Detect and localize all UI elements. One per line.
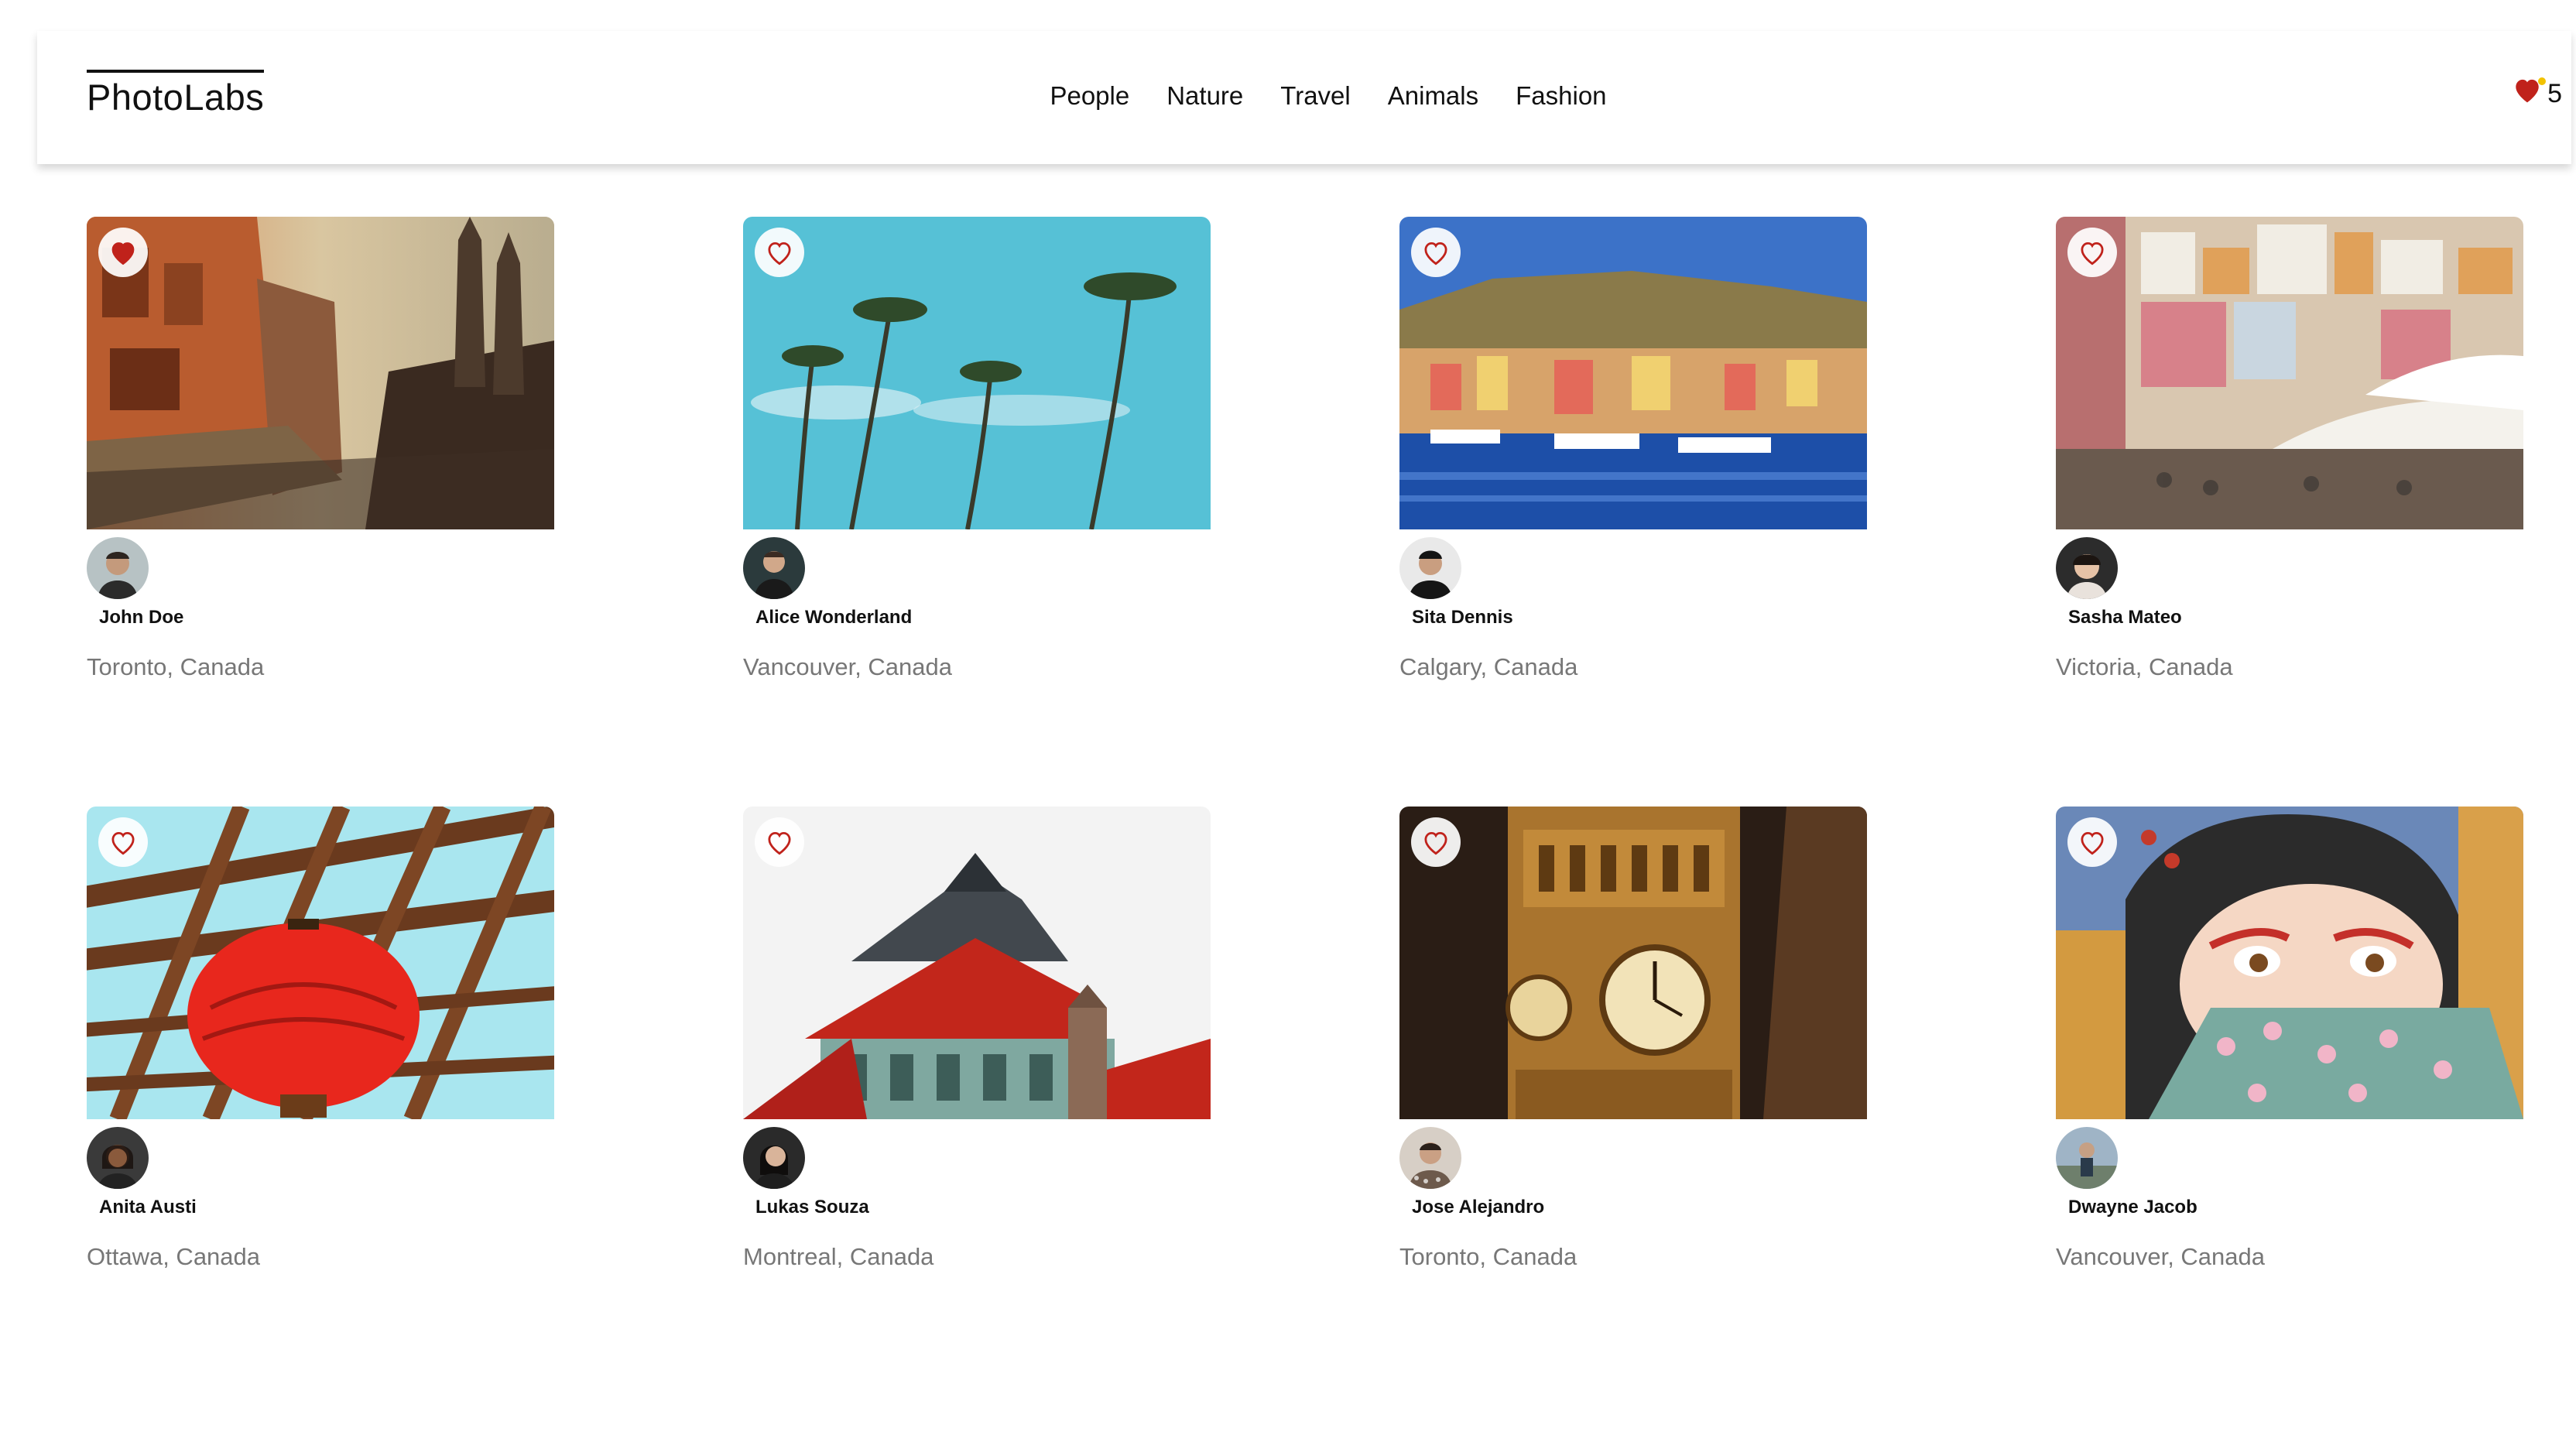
author-name: Sita Dennis: [1412, 607, 1513, 628]
top-navigation-bar: PhotoLabs People Nature Travel Animals F…: [37, 31, 2571, 164]
photo-location: Victoria, Canada: [2056, 653, 2233, 680]
topic-travel[interactable]: Travel: [1280, 80, 1350, 111]
heart-icon: [2512, 76, 2547, 107]
author-name: John Doe: [99, 607, 184, 628]
heart-outline-icon: [2081, 242, 2104, 265]
like-button[interactable]: [1411, 817, 1461, 867]
like-button[interactable]: [755, 228, 804, 277]
heart-icon: [111, 242, 135, 265]
author-info: Dwayne Jacob Vancouver, Canada: [2056, 1119, 2523, 1274]
favourites-count: 5: [2547, 79, 2562, 108]
photo-location: Ottawa, Canada: [87, 1243, 261, 1270]
author-info: Jose Alejandro Toronto, Canada: [1399, 1119, 1867, 1274]
photo-location: Vancouver, Canada: [743, 653, 953, 680]
author-info: Sasha Mateo Victoria, Canada: [2056, 529, 2523, 684]
heart-outline-icon: [768, 832, 791, 855]
photo-image[interactable]: [743, 217, 1211, 529]
author-name: Sasha Mateo: [2068, 607, 2182, 628]
avatar[interactable]: [87, 1127, 149, 1189]
photo-location: Toronto, Canada: [1399, 1243, 1577, 1270]
photo-grid: John Doe Toronto, Canada Alice Wonderlan…: [87, 217, 2525, 1276]
like-button[interactable]: [2067, 228, 2117, 277]
author-name: Dwayne Jacob: [2068, 1197, 2197, 1218]
photo-image[interactable]: [87, 807, 554, 1119]
photo-card: John Doe Toronto, Canada: [87, 217, 554, 686]
photo-location: Toronto, Canada: [87, 653, 265, 680]
heart-outline-icon: [1424, 832, 1447, 855]
photo-location: Calgary, Canada: [1399, 653, 1578, 680]
photo-card: Alice Wonderland Vancouver, Canada: [743, 217, 1211, 686]
avatar[interactable]: [87, 537, 149, 599]
like-button[interactable]: [755, 817, 804, 867]
author-name: Lukas Souza: [755, 1197, 869, 1218]
heart-outline-icon: [1424, 242, 1447, 265]
photo-card: Sasha Mateo Victoria, Canada: [2056, 217, 2523, 686]
topic-animals[interactable]: Animals: [1388, 80, 1478, 111]
topic-people[interactable]: People: [1050, 80, 1129, 111]
avatar[interactable]: [743, 537, 805, 599]
photo-card: Dwayne Jacob Vancouver, Canada: [2056, 807, 2523, 1276]
author-name: Anita Austi: [99, 1197, 197, 1218]
avatar[interactable]: [2056, 1127, 2118, 1189]
heart-outline-icon: [2081, 832, 2104, 855]
photo-card: Jose Alejandro Toronto, Canada: [1399, 807, 1867, 1276]
avatar[interactable]: [1399, 537, 1461, 599]
like-button[interactable]: [98, 228, 148, 277]
notification-dot: [2538, 77, 2547, 85]
photo-image[interactable]: [2056, 217, 2523, 529]
heart-outline-icon: [111, 832, 135, 855]
author-name: Jose Alejandro: [1412, 1197, 1545, 1218]
topic-fashion[interactable]: Fashion: [1516, 80, 1606, 111]
avatar[interactable]: [2056, 537, 2118, 599]
photo-location: Montreal, Canada: [743, 1243, 934, 1270]
author-info: Anita Austi Ottawa, Canada: [87, 1119, 554, 1274]
photo-image[interactable]: [87, 217, 554, 529]
like-button[interactable]: [1411, 228, 1461, 277]
author-info: Lukas Souza Montreal, Canada: [743, 1119, 1211, 1274]
avatar[interactable]: [743, 1127, 805, 1189]
photo-card: Sita Dennis Calgary, Canada: [1399, 217, 1867, 686]
photo-card: Anita Austi Ottawa, Canada: [87, 807, 554, 1276]
author-info: John Doe Toronto, Canada: [87, 529, 554, 684]
author-name: Alice Wonderland: [755, 607, 913, 628]
avatar[interactable]: [1399, 1127, 1461, 1189]
favourites-badge[interactable]: 5: [2512, 76, 2562, 107]
photo-image[interactable]: [1399, 217, 1867, 529]
topic-nature[interactable]: Nature: [1166, 80, 1243, 111]
photo-card: Lukas Souza Montreal, Canada: [743, 807, 1211, 1276]
photo-image[interactable]: [2056, 807, 2523, 1119]
author-info: Sita Dennis Calgary, Canada: [1399, 529, 1867, 684]
like-button[interactable]: [2067, 817, 2117, 867]
author-info: Alice Wonderland Vancouver, Canada: [743, 529, 1211, 684]
topic-list: People Nature Travel Animals Fashion: [37, 80, 2571, 111]
photolabs-page: PhotoLabs People Nature Travel Animals F…: [0, 0, 2576, 1435]
photo-image[interactable]: [743, 807, 1211, 1119]
heart-outline-icon: [768, 242, 791, 265]
photo-image[interactable]: [1399, 807, 1867, 1119]
photo-location: Vancouver, Canada: [2056, 1243, 2266, 1270]
like-button[interactable]: [98, 817, 148, 867]
